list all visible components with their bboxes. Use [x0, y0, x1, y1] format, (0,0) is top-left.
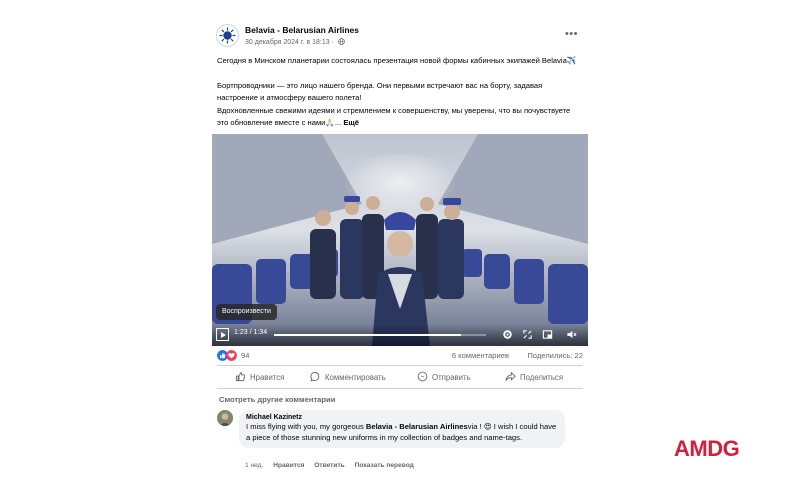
- comment-like-link[interactable]: Нравится: [273, 462, 304, 469]
- action-bar: Нравится Комментировать Отправить Подели…: [217, 368, 583, 386]
- post-header: Belavia - Belarusian Airlines 30 декабря…: [216, 24, 586, 54]
- post-paragraph-2: Бортпроводники — это лицо нашего бренда.…: [217, 81, 543, 102]
- mute-volume-icon[interactable]: [566, 329, 577, 340]
- divider: [217, 365, 583, 366]
- play-tooltip: Воспроизвести: [216, 304, 277, 320]
- more-options-icon[interactable]: •••: [565, 28, 578, 40]
- post-paragraph-3-text: Вдохновленные свежими идеями и стремлени…: [217, 106, 571, 127]
- video-controls: 1:23 / 1:34: [212, 324, 588, 346]
- see-other-comments-link[interactable]: Смотреть другие комментарии: [219, 395, 335, 404]
- comment-reply-link[interactable]: Ответить: [314, 462, 344, 469]
- belavia-logo-avatar[interactable]: [216, 24, 239, 47]
- comment-text-start: I miss flying with you, my gorgeous: [246, 422, 366, 431]
- post-stats: 94 6 комментариев Поделились: 22: [217, 350, 583, 362]
- comment-bubble: Michael Kazinetz I miss flying with you,…: [239, 410, 565, 448]
- post-paragraph-1: Сегодня в Минском планетарии состоялась …: [217, 56, 577, 65]
- thumbs-up-icon: [235, 372, 246, 382]
- settings-gear-icon[interactable]: [502, 329, 513, 340]
- picture-in-picture-icon[interactable]: [542, 329, 553, 340]
- play-button[interactable]: [216, 328, 229, 341]
- comment-button[interactable]: Комментировать: [310, 371, 386, 382]
- amdg-brand-logo: AMDG: [674, 436, 740, 461]
- fullscreen-expand-icon[interactable]: [522, 329, 533, 340]
- comments-count[interactable]: 6 комментариев: [452, 351, 509, 360]
- comment-label: Комментировать: [325, 373, 386, 382]
- video-player[interactable]: Воспроизвести 1:23 / 1:34: [212, 134, 588, 346]
- love-icon[interactable]: [226, 350, 237, 361]
- comment-footer: 1 нед. Нравится Ответить Показать перево…: [245, 462, 422, 469]
- commenter-avatar-image: [217, 410, 233, 426]
- video-progress-fill: [274, 334, 461, 336]
- like-label: Нравится: [250, 373, 285, 382]
- belavia-logo-icon: [218, 26, 237, 45]
- video-seek-bar[interactable]: [274, 334, 486, 336]
- divider: [217, 388, 583, 389]
- send-button[interactable]: Отправить: [417, 371, 471, 382]
- shares-count[interactable]: Поделились: 22: [527, 351, 583, 360]
- page-name-link[interactable]: Belavia - Belarusian Airlines: [245, 25, 359, 35]
- like-button[interactable]: Нравится: [235, 371, 284, 382]
- commenter-avatar[interactable]: [217, 410, 233, 426]
- messenger-send-icon: [417, 371, 428, 382]
- post-paragraph-3: Вдохновленные свежими идеями и стремлени…: [217, 105, 577, 128]
- reactions-count[interactable]: 94: [241, 351, 249, 360]
- comment-text: I miss flying with you, my gorgeous Bela…: [246, 422, 558, 443]
- comment-mention-link[interactable]: Belavia - Belarusian Airlines: [366, 422, 468, 431]
- play-icon: [220, 331, 226, 338]
- share-button[interactable]: Поделиться: [505, 371, 563, 382]
- see-more-link[interactable]: Ещё: [343, 118, 359, 127]
- post-timestamp[interactable]: 30 декабря 2024 г. в 18:13 ·: [245, 38, 345, 46]
- comment-time[interactable]: 1 нед.: [245, 462, 263, 469]
- comment-author[interactable]: Michael Kazinetz: [246, 414, 558, 421]
- comment-bubble-icon: [310, 371, 320, 382]
- post-date: 30 декабря 2024 г. в 18:13 ·: [245, 39, 334, 46]
- send-label: Отправить: [432, 373, 471, 382]
- globe-icon: [338, 38, 345, 45]
- video-time: 1:23 / 1:34: [234, 329, 268, 336]
- comment-translate-link[interactable]: Показать перевод: [355, 462, 414, 469]
- share-label: Поделиться: [520, 373, 564, 382]
- share-arrow-icon: [505, 371, 516, 382]
